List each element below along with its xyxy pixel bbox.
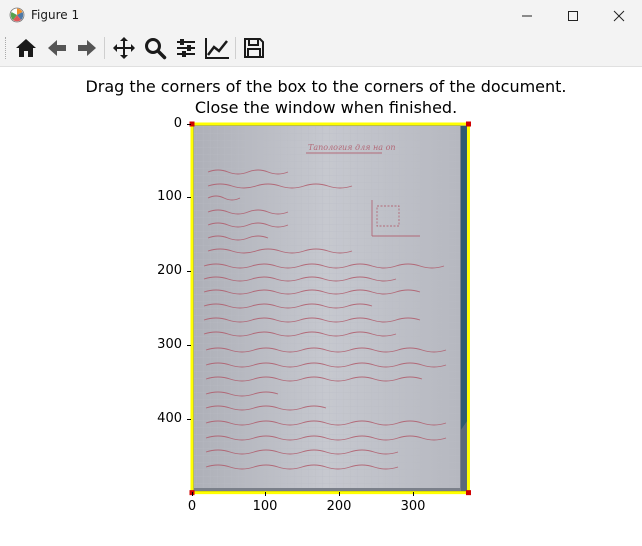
document-photo: Тапология для на оп [192, 124, 468, 492]
y-tick-label: 400 [157, 411, 182, 426]
x-tick-label: 300 [400, 499, 426, 514]
x-tick-mark [265, 492, 266, 496]
y-tick-mark [187, 419, 191, 420]
corner-handle[interactable] [465, 490, 471, 496]
x-tick-label: 100 [252, 499, 278, 514]
image-axes: Тапология для на оп [189, 121, 471, 496]
y-tick-label: 0 [173, 116, 182, 131]
y-tick-mark [187, 271, 191, 272]
y-tick-label: 100 [157, 189, 182, 204]
x-tick-mark [413, 492, 414, 496]
x-tick-mark [192, 492, 193, 496]
x-tick-mark [339, 492, 340, 496]
corner-handle[interactable] [465, 121, 471, 127]
x-tick-label: 0 [187, 499, 197, 514]
y-tick-mark [187, 124, 191, 125]
y-tick-label: 200 [157, 263, 182, 278]
x-tick-label: 200 [326, 499, 352, 514]
document-heading: Тапология для на оп [308, 143, 396, 152]
y-tick-mark [187, 345, 191, 346]
y-tick-mark [187, 197, 191, 198]
y-tick-label: 300 [157, 337, 182, 352]
